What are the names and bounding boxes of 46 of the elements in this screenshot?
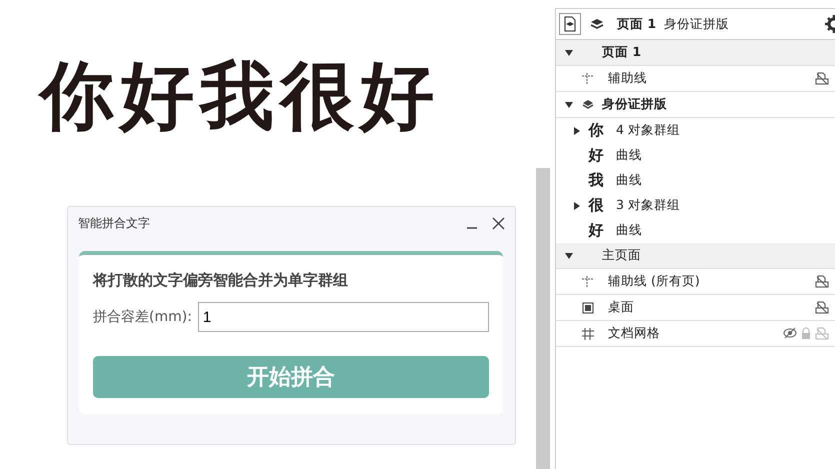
object-glyph: 我 xyxy=(587,171,604,190)
object-label[interactable]: 身份证拼版 xyxy=(602,96,829,113)
lock-icon xyxy=(800,327,812,340)
page-view-button[interactable] xyxy=(559,13,581,35)
printer-icon xyxy=(815,301,829,314)
object-label[interactable]: 曲线 xyxy=(616,222,829,239)
expand-arrow-icon[interactable] xyxy=(573,126,581,134)
canvas-text: 你好我很好 xyxy=(40,52,440,140)
object-label[interactable]: 3 对象群组 xyxy=(616,197,829,214)
object-label[interactable]: 文档网格 xyxy=(608,325,783,342)
object-glyph: 好 xyxy=(587,221,604,240)
object-label[interactable]: 曲线 xyxy=(616,172,829,189)
eye-icon xyxy=(783,327,797,339)
close-button[interactable] xyxy=(492,216,505,230)
object-label[interactable]: 桌面 xyxy=(608,299,815,316)
guideline-icon xyxy=(581,274,595,288)
object-label[interactable]: 曲线 xyxy=(616,147,829,164)
tolerance-field[interactable]: 1 xyxy=(198,302,489,332)
dialog-title: 智能拼合文字 xyxy=(78,214,151,232)
guideline-icon xyxy=(581,72,595,86)
printer-icon xyxy=(815,275,829,288)
desktop-icon xyxy=(582,302,594,314)
expand-arrow-icon[interactable] xyxy=(573,202,581,210)
object-label[interactable]: 4 对象群组 xyxy=(616,122,829,139)
minimize-icon xyxy=(466,226,478,228)
object-glyph: 你 xyxy=(587,121,604,140)
field-label: 拼合容差(mm): xyxy=(93,308,192,326)
scrollbar[interactable] xyxy=(536,168,550,469)
object-label[interactable]: 辅助线 xyxy=(608,70,815,87)
grid-icon xyxy=(581,326,595,340)
close-icon xyxy=(492,216,505,230)
expand-arrow-icon[interactable] xyxy=(565,252,573,260)
printer-icon xyxy=(815,72,829,85)
current-layer: 身份证拼版 xyxy=(664,16,730,32)
expand-arrow-icon[interactable] xyxy=(565,100,573,108)
layers-icon xyxy=(589,17,605,31)
object-glyph: 好 xyxy=(587,146,604,165)
description: 将打散的文字偏旁智能合并为单字群组 xyxy=(93,271,349,290)
object-label[interactable]: 辅助线 (所有页) xyxy=(608,273,815,290)
page-layers-icon xyxy=(562,16,578,32)
expand-arrow-icon[interactable] xyxy=(565,48,573,56)
printer-icon xyxy=(815,327,829,340)
layers-icon xyxy=(582,99,594,110)
current-page: 页面 1 xyxy=(617,16,656,32)
settings-icon xyxy=(825,15,835,33)
object-glyph: 很 xyxy=(587,196,604,215)
